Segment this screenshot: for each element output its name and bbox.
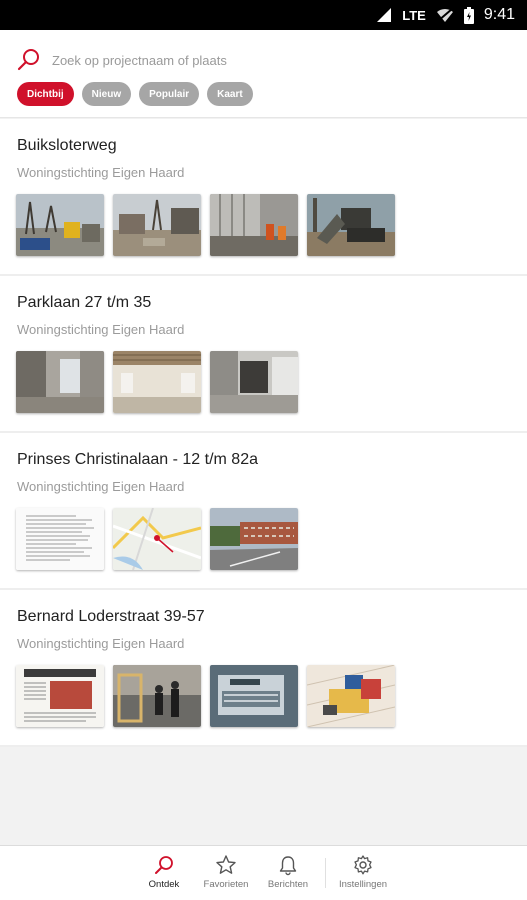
project-title: Prinses Christinalaan - 12 t/m 82a (17, 451, 258, 468)
bottom-navigation: Ontdek Favorieten Berichten Instellingen (0, 845, 527, 900)
filter-chip-kaart[interactable]: Kaart (207, 82, 253, 106)
network-type: LTE (402, 7, 426, 23)
project-thumbnail[interactable] (16, 665, 104, 727)
nav-berichten[interactable]: Berichten (257, 854, 319, 890)
project-thumbnails (16, 194, 395, 256)
filter-chip-dichtbij[interactable]: Dichtbij (17, 82, 74, 106)
bell-icon (279, 856, 297, 876)
filter-chip-populair[interactable]: Populair (139, 82, 200, 106)
project-owner: Woningstichting Eigen Haard (17, 165, 185, 180)
wifi-icon (436, 8, 453, 22)
project-thumbnail[interactable] (113, 351, 201, 413)
project-thumbnail[interactable] (16, 194, 104, 256)
project-thumbnail[interactable] (113, 194, 201, 256)
project-thumbnails (16, 508, 298, 570)
project-thumbnail[interactable] (210, 665, 298, 727)
project-thumbnail[interactable] (307, 194, 395, 256)
nav-label: Ontdek (148, 879, 180, 890)
status-bar: LTE 9:41 (0, 0, 527, 30)
nav-label: Berichten (267, 879, 309, 890)
clock: 9:41 (483, 6, 515, 23)
project-thumbnail[interactable] (307, 665, 395, 727)
project-thumbnail[interactable] (113, 508, 201, 570)
project-title: Parklaan 27 t/m 35 (17, 294, 152, 311)
project-card[interactable]: Buiksloterweg Woningstichting Eigen Haar… (0, 119, 527, 276)
project-owner: Woningstichting Eigen Haard (17, 636, 185, 651)
project-owner: Woningstichting Eigen Haard (17, 322, 185, 337)
nav-label: Instellingen (338, 879, 388, 890)
filter-chips: Dichtbij Nieuw Populair Kaart (17, 82, 253, 106)
search-header: Dichtbij Nieuw Populair Kaart (0, 30, 527, 118)
project-thumbnail[interactable] (16, 508, 104, 570)
project-thumbnail[interactable] (210, 194, 298, 256)
project-thumbnails (16, 351, 298, 413)
filter-chip-nieuw[interactable]: Nieuw (81, 82, 132, 106)
nav-favorieten[interactable]: Favorieten (195, 854, 257, 890)
search-icon (17, 49, 39, 71)
project-title: Bernard Loderstraat 39-57 (17, 608, 205, 625)
nav-divider (325, 858, 326, 888)
project-card[interactable]: Parklaan 27 t/m 35 Woningstichting Eigen… (0, 276, 527, 433)
battery-icon (463, 6, 474, 24)
project-card[interactable]: Prinses Christinalaan - 12 t/m 82a Wonin… (0, 433, 527, 590)
nav-instellingen[interactable]: Instellingen (332, 854, 394, 890)
nav-label: Favorieten (203, 879, 249, 890)
project-thumbnail[interactable] (16, 351, 104, 413)
nav-ontdek[interactable]: Ontdek (133, 854, 195, 890)
project-card[interactable]: Bernard Loderstraat 39-57 Woningstichtin… (0, 590, 527, 747)
project-thumbnail[interactable] (113, 665, 201, 727)
search-bar[interactable] (16, 46, 511, 74)
project-thumbnail[interactable] (210, 508, 298, 570)
gear-icon (354, 855, 372, 875)
signal-icon (377, 8, 392, 22)
project-title: Buiksloterweg (17, 137, 117, 154)
project-list: Buiksloterweg Woningstichting Eigen Haar… (0, 119, 527, 747)
project-owner: Woningstichting Eigen Haard (17, 479, 185, 494)
star-icon (216, 855, 236, 874)
search-input[interactable] (52, 52, 472, 68)
project-thumbnail[interactable] (210, 351, 298, 413)
search-icon (155, 856, 173, 874)
project-thumbnails (16, 665, 395, 727)
